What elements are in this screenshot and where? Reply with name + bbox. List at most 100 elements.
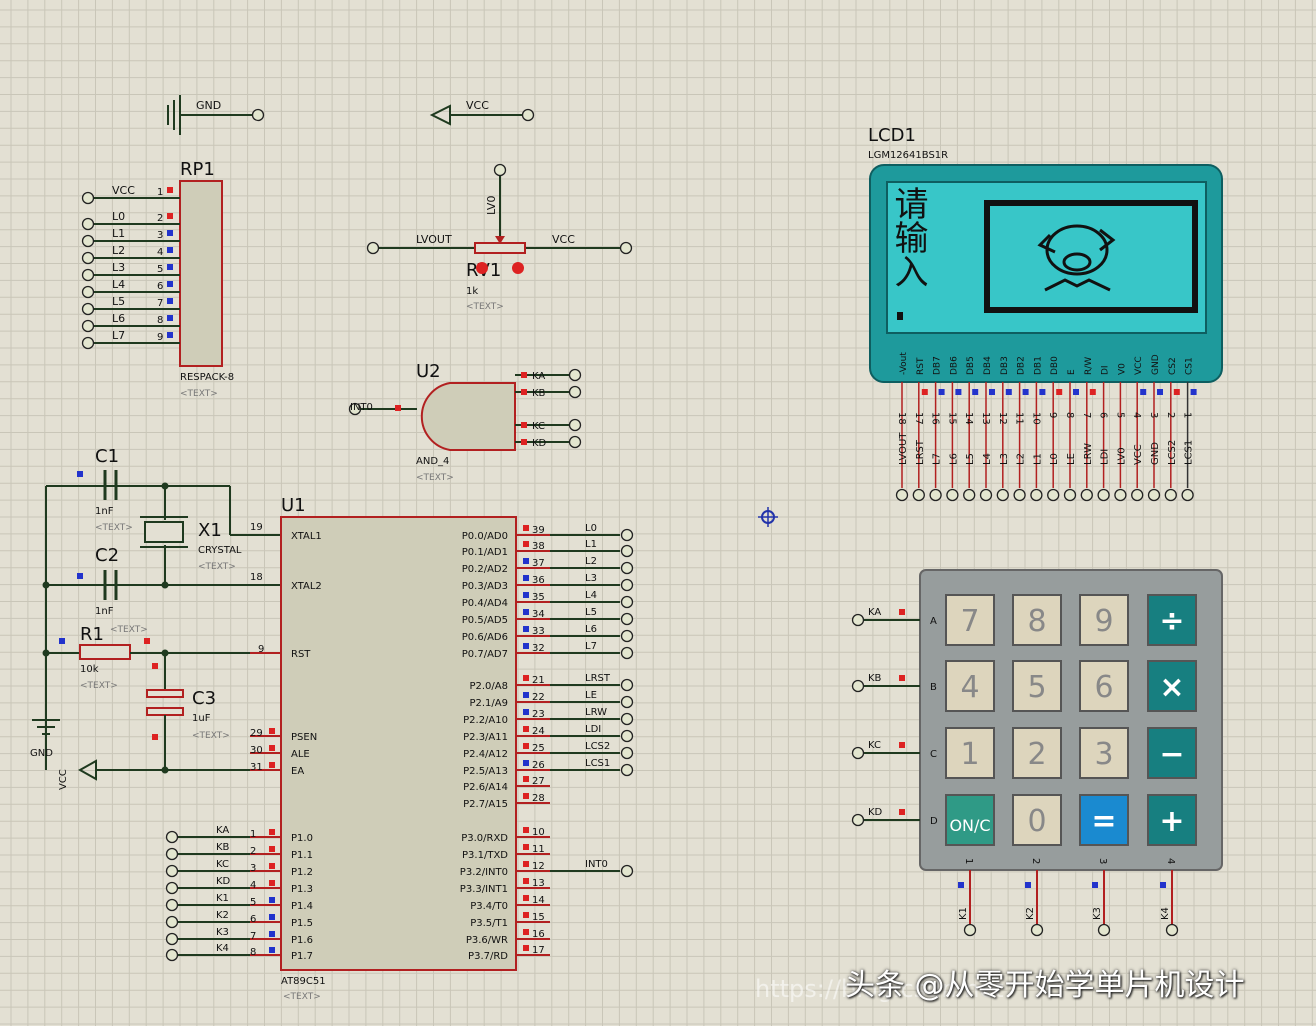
net-label-L3: L3 (999, 453, 1010, 465)
terminal[interactable] (620, 729, 634, 743)
terminal[interactable] (165, 915, 179, 929)
lcd-pin-E: E (1067, 369, 1077, 375)
terminal[interactable] (620, 646, 634, 660)
terminal[interactable] (165, 948, 179, 962)
terminal[interactable] (568, 368, 582, 382)
terminal[interactable] (895, 488, 909, 502)
terminal[interactable] (1131, 488, 1144, 502)
terminal[interactable] (165, 847, 179, 861)
terminal[interactable] (1047, 488, 1060, 502)
terminal[interactable] (165, 864, 179, 878)
pin-num: 8 (250, 947, 256, 958)
terminal[interactable] (620, 746, 634, 760)
terminal[interactable] (1097, 488, 1110, 502)
terminal[interactable] (929, 488, 942, 502)
terminal[interactable] (946, 488, 959, 502)
terminal[interactable] (1114, 488, 1127, 502)
terminal[interactable] (81, 302, 95, 316)
terminal[interactable] (165, 898, 179, 912)
terminal[interactable] (851, 613, 865, 627)
pin-num: 17 (532, 945, 545, 956)
terminal[interactable] (165, 932, 179, 946)
terminal[interactable] (366, 241, 380, 255)
terminal[interactable] (620, 712, 634, 726)
terminal[interactable] (1097, 923, 1111, 937)
terminal[interactable] (851, 813, 865, 827)
u1-pin-P2.0: P2.0/A8 (469, 681, 508, 692)
terminal[interactable] (619, 241, 633, 255)
terminal[interactable] (81, 217, 95, 231)
terminal[interactable] (851, 679, 865, 693)
net-label-KA: KA (868, 607, 881, 618)
r1-ref: R1 (80, 624, 104, 645)
pin-num: 38 (532, 541, 545, 552)
terminal[interactable] (165, 881, 179, 895)
terminal[interactable] (81, 285, 95, 299)
lcd-pin-GND: GND (1151, 354, 1161, 375)
terminal[interactable] (521, 108, 535, 122)
terminal[interactable] (568, 385, 582, 399)
terminal[interactable] (81, 268, 95, 282)
terminal[interactable] (620, 595, 634, 609)
terminal[interactable] (620, 629, 634, 643)
terminal[interactable] (568, 435, 582, 449)
terminal[interactable] (81, 191, 95, 205)
vcc-arrow-icon (429, 104, 451, 126)
terminal[interactable] (1181, 488, 1194, 502)
terminal[interactable] (620, 695, 634, 709)
terminal[interactable] (620, 763, 634, 777)
terminal[interactable] (620, 578, 634, 592)
terminal[interactable] (1030, 488, 1043, 502)
terminal[interactable] (996, 488, 1009, 502)
terminal[interactable] (620, 864, 634, 878)
pin-num: 17 (913, 412, 924, 425)
terminal[interactable] (1147, 488, 1161, 502)
pin-state-indicator (1022, 389, 1029, 395)
pin-state-indicator (144, 638, 150, 644)
rp1-pin-num: 2 (157, 213, 163, 224)
terminal[interactable] (1030, 923, 1044, 937)
terminal[interactable] (1080, 488, 1093, 502)
junction (161, 581, 169, 589)
terminal[interactable] (1165, 923, 1179, 937)
terminal[interactable] (1013, 488, 1026, 502)
net-label-KD: KD (216, 876, 231, 887)
terminal[interactable] (620, 561, 634, 575)
terminal[interactable] (963, 923, 977, 937)
u2-input-KB: KB (532, 388, 546, 399)
keypad-key-label: 7 (960, 604, 979, 639)
net-label-K1: K1 (216, 893, 229, 904)
terminal[interactable] (568, 418, 582, 432)
lcd-screen-text: 请输入 (888, 186, 928, 288)
terminal[interactable] (81, 234, 95, 248)
terminal[interactable] (165, 830, 179, 844)
u1-pin-P1.1: P1.1 (291, 850, 313, 861)
pin-state-indicator (523, 793, 529, 799)
pin-state-indicator (899, 742, 905, 748)
schematic-canvas[interactable]: GND VCC RP1 RESPACK-8 <TEXT> VCC 1 L0 2 L1 3 L2 4 L3 5… (0, 0, 1316, 1026)
terminal[interactable] (963, 488, 976, 502)
terminal[interactable] (620, 678, 634, 692)
pin-num: 5 (1114, 412, 1125, 418)
pin-num: 23 (532, 709, 545, 720)
terminal[interactable] (81, 251, 95, 265)
terminal[interactable] (81, 336, 95, 350)
terminal[interactable] (979, 488, 993, 502)
pin-state-indicator (521, 372, 527, 378)
terminal[interactable] (620, 612, 634, 626)
terminal[interactable] (1164, 488, 1177, 502)
terminal[interactable] (620, 528, 634, 542)
pin-state-indicator (523, 592, 529, 598)
terminal[interactable] (251, 108, 265, 122)
terminal[interactable] (912, 488, 925, 502)
terminal[interactable] (1063, 488, 1077, 502)
lcd-value: LGM12641BS1R (868, 150, 948, 161)
terminal[interactable] (81, 319, 95, 333)
pin-state-indicator (59, 638, 65, 644)
terminal[interactable] (493, 163, 507, 177)
terminal[interactable] (851, 746, 865, 760)
terminal[interactable] (620, 544, 634, 558)
rp1-pin-num: 5 (157, 264, 163, 275)
gnd-label: GND (196, 99, 221, 112)
rv1-net-left: LVOUT (416, 233, 452, 246)
